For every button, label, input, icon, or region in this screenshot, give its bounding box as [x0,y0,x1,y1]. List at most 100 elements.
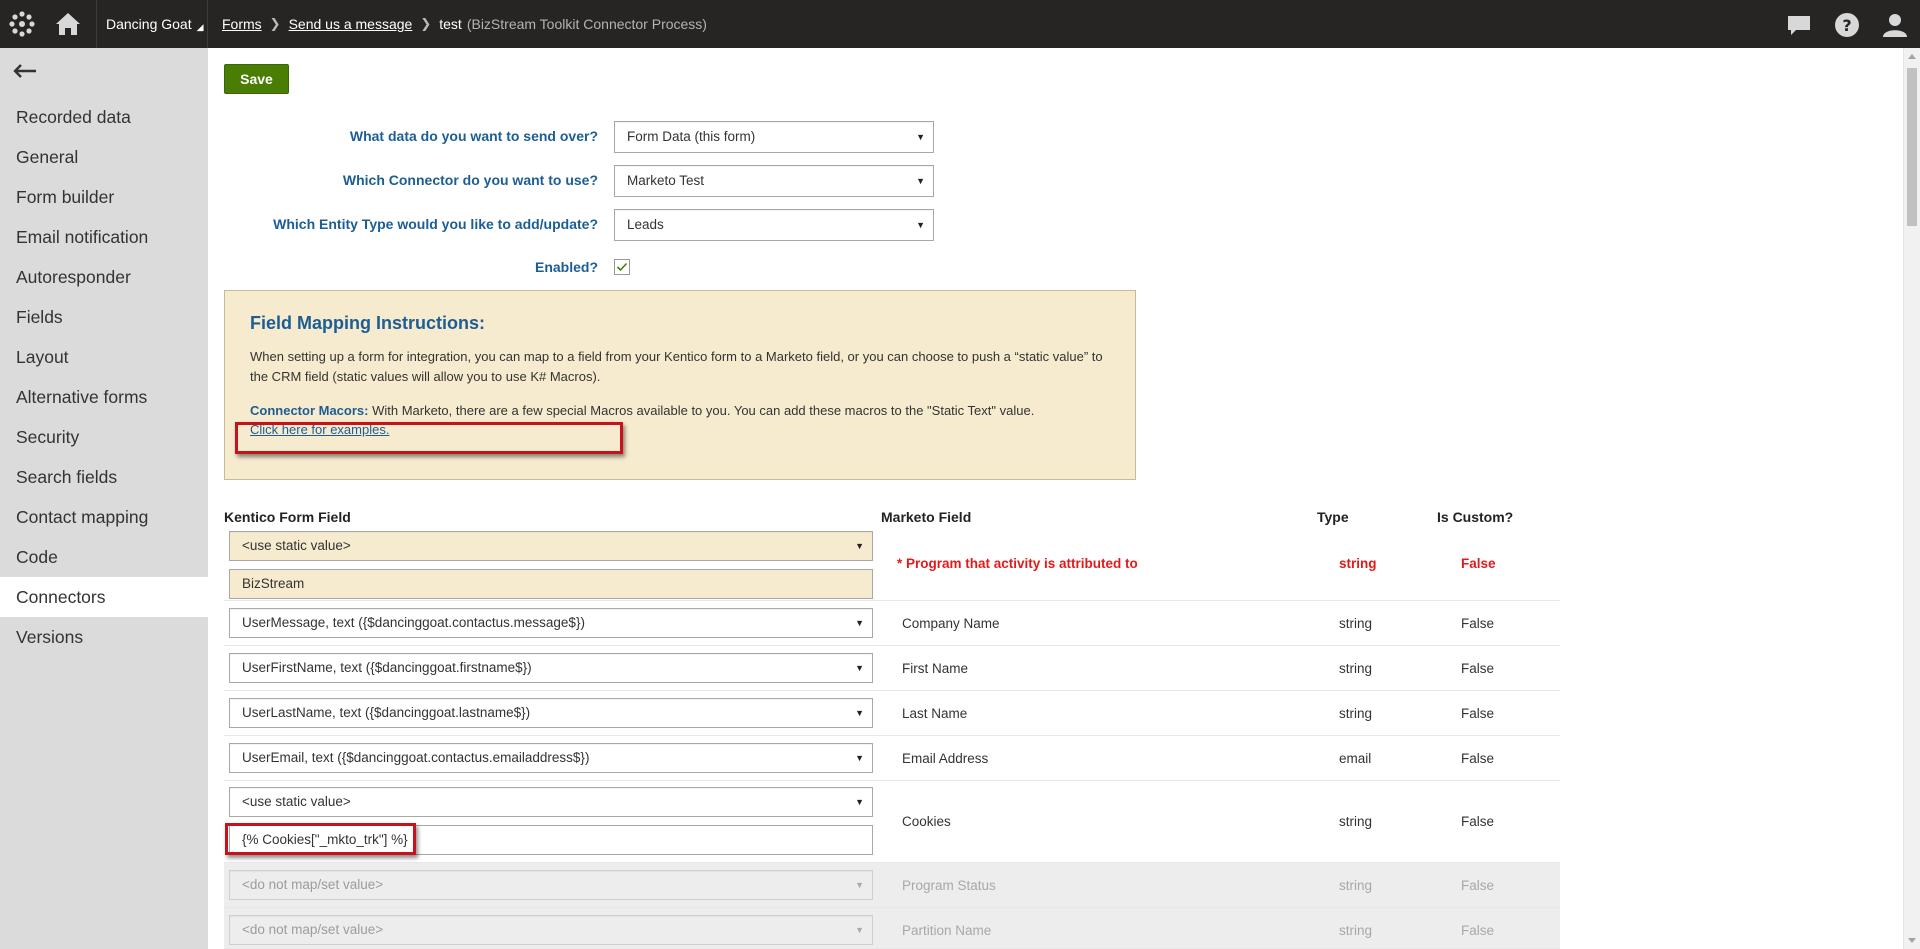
entity-type-row: Which Entity Type would you like to add/… [208,209,1008,241]
field-type: string [1339,814,1373,829]
svg-text:?: ? [1842,16,1851,35]
field-type: string [1339,616,1373,631]
save-button[interactable]: Save [224,64,289,94]
sidebar: Recorded data General Form builder Email… [0,48,208,949]
field-type: string [1339,556,1377,571]
macros-text: Connector Macors: With Marketo, there ar… [250,403,1035,418]
vertical-scrollbar[interactable] [1903,48,1920,949]
entity-type-label: Which Entity Type would you like to add/… [273,216,598,232]
sidebar-item-layout[interactable]: Layout [0,337,208,377]
is-custom-value: False [1461,878,1495,893]
sidebar-item-alternative-forms[interactable]: Alternative forms [0,377,208,417]
sidebar-item-search-fields[interactable]: Search fields [0,457,208,497]
field-type: email [1339,751,1372,766]
marketo-field-name: Cookies [902,814,951,829]
mapping-row: UserMessage, text ({$dancinggoat.contact… [224,601,1560,646]
sidebar-item-code[interactable]: Code [0,537,208,577]
kentico-field-select[interactable]: <use static value> ▼ [229,531,873,561]
top-bar: Dancing Goat ◢ Forms ❯ Send us a message… [0,0,1920,48]
kentico-field-select[interactable]: UserEmail, text ({$dancinggoat.contactus… [229,743,873,773]
mapping-row: UserLastName, text ({$dancinggoat.lastna… [224,691,1560,736]
home-icon[interactable] [54,10,82,38]
chat-icon[interactable] [1786,12,1812,38]
field-type: string [1339,878,1373,893]
kentico-field-select[interactable]: <use static value> ▼ [229,787,873,817]
mapping-row: <do not map/set value> ▼ Program Status … [224,863,1560,908]
breadcrumb-current: test [439,16,462,32]
dropdown-arrow-icon: ▼ [855,797,864,807]
kentico-field-select[interactable]: <do not map/set value> ▼ [229,915,873,945]
data-source-row: What data do you want to send over? Form… [208,121,1008,153]
sidebar-item-form-builder[interactable]: Form builder [0,177,208,217]
kentico-field-select[interactable]: UserLastName, text ({$dancinggoat.lastna… [229,698,873,728]
dropdown-arrow-icon: ▼ [916,176,925,186]
entity-type-select[interactable]: Leads ▼ [614,209,934,241]
header-type: Type [1317,509,1349,525]
is-custom-value: False [1461,706,1495,721]
breadcrumb-current-sub: (BizStream Toolkit Connector Process) [466,16,707,32]
sidebar-item-general[interactable]: General [0,137,208,177]
help-icon[interactable]: ? [1834,12,1860,38]
site-selector[interactable]: Dancing Goat ◢ [96,0,208,48]
marketo-field-name: Program Status [902,878,996,893]
is-custom-value: False [1461,661,1495,676]
sidebar-item-recorded-data[interactable]: Recorded data [0,97,208,137]
highlight-box [225,823,416,855]
dropdown-arrow-icon: ▼ [855,753,864,763]
marketo-field-name: Email Address [902,751,989,766]
mapping-row: <use static value> ▼ {% Cookies["_mkto_t… [224,781,1560,863]
sidebar-item-fields[interactable]: Fields [0,297,208,337]
is-custom-value: False [1461,616,1495,631]
field-type: string [1339,706,1373,721]
highlight-box [235,422,623,454]
back-arrow-icon[interactable] [12,62,38,80]
mapping-row: <do not map/set value> ▼ Partition Name … [224,908,1560,949]
main-content: Save What data do you want to send over?… [208,48,1903,949]
data-source-label: What data do you want to send over? [349,128,598,144]
enabled-checkbox[interactable] [614,259,630,275]
mapping-row: UserEmail, text ({$dancinggoat.contactus… [224,736,1560,781]
marketo-field-name: * Program that activity is attributed to [897,556,1138,571]
chevron-right-icon: ❯ [420,16,432,31]
breadcrumb-send-us-a-message[interactable]: Send us a message [289,16,413,32]
caret-down-icon: ◢ [196,21,204,32]
sidebar-item-security[interactable]: Security [0,417,208,457]
dropdown-arrow-icon: ▼ [855,880,864,890]
connector-row: Which Connector do you want to use? Mark… [208,165,1008,197]
enabled-row: Enabled? [208,252,1008,284]
sidebar-nav: Recorded data General Form builder Email… [0,97,208,657]
dropdown-arrow-icon: ▼ [855,541,864,551]
chevron-right-icon: ❯ [269,16,281,31]
dropdown-arrow-icon: ▼ [916,132,925,142]
kentico-field-select[interactable]: <do not map/set value> ▼ [229,870,873,900]
enabled-label: Enabled? [534,259,598,275]
mapping-row: <use static value> ▼ BizStream * Program… [224,525,1560,601]
kentico-field-select[interactable]: UserMessage, text ({$dancinggoat.contact… [229,608,873,638]
is-custom-value: False [1461,923,1495,938]
scrollbar-thumb[interactable] [1907,68,1917,226]
is-custom-value: False [1461,814,1495,829]
scroll-up-icon[interactable] [1908,54,1916,59]
dropdown-arrow-icon: ▼ [855,618,864,628]
kentico-field-select[interactable]: UserFirstName, text ({$dancinggoat.first… [229,653,873,683]
data-source-select[interactable]: Form Data (this form) ▼ [614,121,934,153]
marketo-field-name: Partition Name [902,923,992,938]
is-custom-value: False [1461,556,1496,571]
field-type: string [1339,661,1373,676]
scroll-down-icon[interactable] [1908,938,1916,943]
breadcrumb-forms[interactable]: Forms [222,16,262,32]
connector-label: Which Connector do you want to use? [342,172,598,188]
marketo-field-name: Last Name [902,706,968,721]
kentico-logo-icon[interactable] [8,10,36,38]
sidebar-item-contact-mapping[interactable]: Contact mapping [0,497,208,537]
user-icon[interactable] [1882,12,1908,38]
static-value-input[interactable]: BizStream [229,569,873,599]
sidebar-item-versions[interactable]: Versions [0,617,208,657]
instructions-text: When setting up a form for integration, … [250,349,1103,384]
header-is-custom: Is Custom? [1437,509,1514,525]
sidebar-item-connectors[interactable]: Connectors [0,577,208,617]
connector-select[interactable]: Marketo Test ▼ [614,165,934,197]
instructions-title: Field Mapping Instructions: [250,313,485,333]
sidebar-item-autoresponder[interactable]: Autoresponder [0,257,208,297]
sidebar-item-email-notification[interactable]: Email notification [0,217,208,257]
